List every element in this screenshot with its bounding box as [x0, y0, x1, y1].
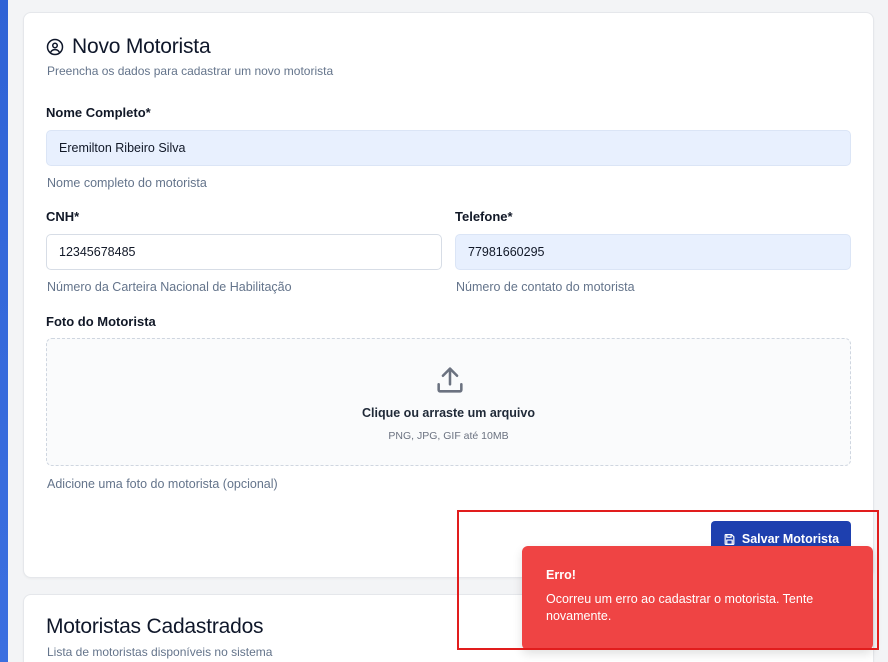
toast-message: Ocorreu um erro ao cadastrar o motorista…	[546, 592, 814, 623]
dropzone-title: Clique ou arraste um arquivo	[362, 406, 535, 420]
cnh-label: CNH*	[46, 209, 80, 224]
save-button-label: Salvar Motorista	[741, 532, 840, 546]
save-icon	[724, 533, 735, 545]
sidebar-edge	[0, 0, 8, 662]
nome-input-value: Eremilton Ribeiro Silva	[59, 141, 186, 155]
toast-title: Erro!	[546, 568, 576, 582]
cnh-helper: Número da Carteira Nacional de Habilitaç…	[47, 280, 292, 294]
nome-helper: Nome completo do motorista	[47, 176, 207, 190]
cnh-input[interactable]: 12345678485	[46, 234, 442, 270]
error-toast[interactable]: Erro! Ocorreu um erro ao cadastrar o mot…	[522, 546, 873, 650]
telefone-label: Telefone*	[455, 209, 513, 224]
cnh-input-value: 12345678485	[59, 245, 136, 259]
dropzone-subtitle: PNG, JPG, GIF até 10MB	[388, 430, 509, 442]
telefone-input[interactable]: 77981660295	[455, 234, 851, 270]
form-subtitle: Preencha os dados para cadastrar um novo…	[47, 64, 334, 78]
page: Novo Motorista Preencha os dados para ca…	[0, 0, 888, 662]
list-subtitle: Lista de motoristas disponíveis no siste…	[47, 645, 273, 659]
foto-helper: Adicione uma foto do motorista (opcional…	[47, 477, 278, 491]
form-header: Novo Motorista	[46, 35, 211, 59]
telefone-input-value: 77981660295	[468, 245, 545, 259]
nome-input[interactable]: Eremilton Ribeiro Silva	[46, 130, 851, 166]
telefone-helper: Número de contato do motorista	[456, 280, 635, 294]
photo-dropzone[interactable]: Clique ou arraste um arquivo PNG, JPG, G…	[46, 338, 851, 466]
nome-label: Nome Completo*	[46, 105, 151, 120]
list-title: Motoristas Cadastrados	[46, 615, 264, 638]
new-driver-form-card: Novo Motorista Preencha os dados para ca…	[23, 12, 874, 578]
user-circle-icon	[46, 38, 64, 56]
upload-icon	[437, 367, 463, 393]
foto-label: Foto do Motorista	[46, 314, 156, 329]
form-title: Novo Motorista	[72, 35, 211, 58]
